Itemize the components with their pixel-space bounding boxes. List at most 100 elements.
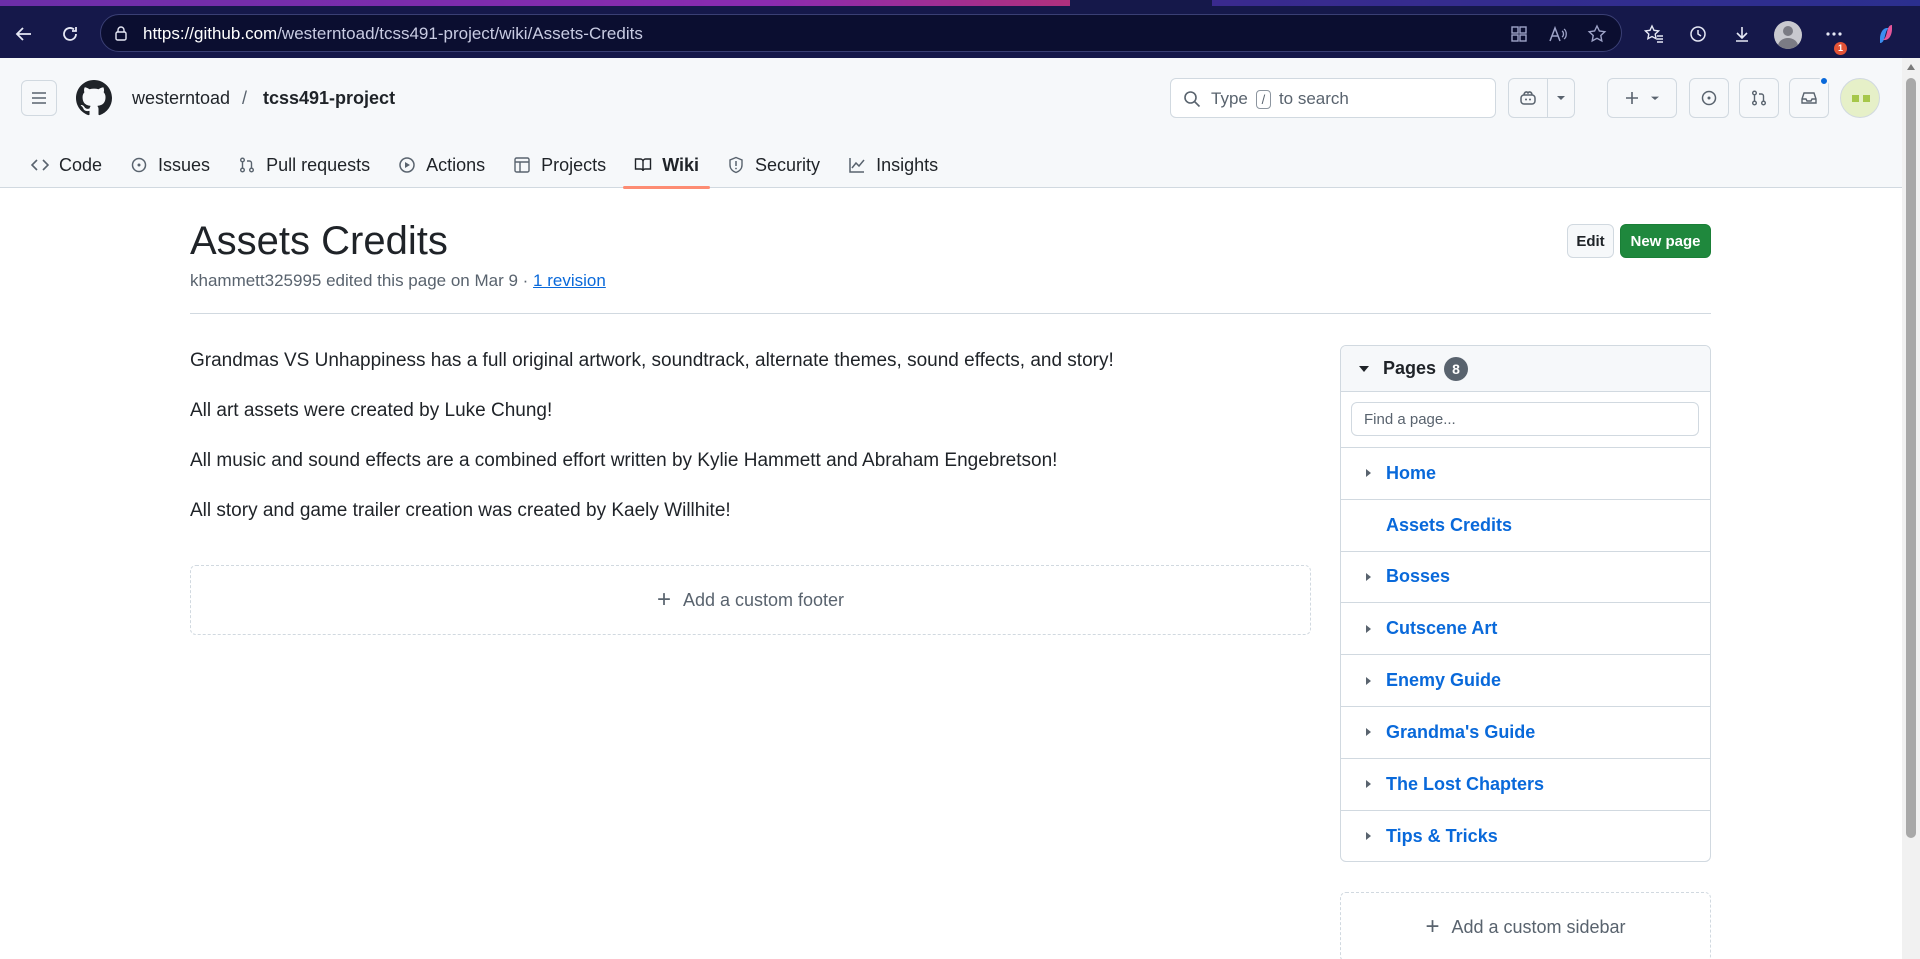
- tab-issues-label: Issues: [158, 154, 211, 175]
- tab-wiki-label: Wiki: [662, 154, 700, 175]
- tab-projects[interactable]: Projects: [502, 142, 617, 188]
- read-aloud-icon[interactable]: [1547, 23, 1569, 45]
- issue-icon: [1701, 90, 1717, 106]
- page-item-assets-credits[interactable]: Assets Credits: [1341, 500, 1710, 552]
- pull-requests-button[interactable]: [1739, 78, 1779, 118]
- downloads-icon[interactable]: [1728, 20, 1756, 48]
- plus-icon: +: [656, 586, 671, 613]
- favorite-star-icon[interactable]: [1586, 23, 1608, 45]
- chevron-down-icon: [1557, 96, 1565, 100]
- page-item-tips-and-tricks[interactable]: Tips & Tricks: [1341, 811, 1710, 861]
- shield-icon: [729, 156, 743, 174]
- page-meta: khammett325995 edited this page on Mar 9…: [190, 271, 606, 291]
- page-title: Assets Credits: [190, 219, 448, 263]
- tab-insights-label: Insights: [876, 154, 939, 175]
- tab-wiki[interactable]: Wiki: [623, 142, 710, 189]
- page-link[interactable]: Home: [1386, 463, 1436, 484]
- breadcrumb-separator: /: [242, 88, 248, 108]
- page-link[interactable]: Cutscene Art: [1386, 618, 1497, 639]
- page-link[interactable]: Assets Credits: [1386, 515, 1512, 536]
- page-link[interactable]: The Lost Chapters: [1386, 774, 1544, 795]
- caret-right-icon[interactable]: [1366, 832, 1371, 841]
- pages-count-badge: 8: [1444, 356, 1469, 381]
- copilot-button[interactable]: [1508, 78, 1548, 118]
- caret-right-icon[interactable]: [1366, 624, 1371, 633]
- copilot-dropdown-button[interactable]: [1547, 78, 1575, 118]
- copilot-icon[interactable]: [1872, 20, 1900, 48]
- page-item-home[interactable]: Home: [1341, 448, 1710, 500]
- search-placeholder-suffix: to search: [1278, 89, 1349, 108]
- reload-icon[interactable]: [56, 20, 84, 48]
- caret-right-icon[interactable]: [1366, 728, 1371, 737]
- edit-button[interactable]: Edit: [1567, 224, 1614, 258]
- chevron-down-icon: [1651, 96, 1659, 100]
- edit-info: khammett325995 edited this page on Mar 9…: [190, 271, 534, 290]
- find-page-input[interactable]: [1351, 402, 1699, 436]
- page-item-the-lost-chapters[interactable]: The Lost Chapters: [1341, 759, 1710, 811]
- add-custom-footer-button[interactable]: + Add a custom footer: [190, 565, 1311, 635]
- tab-issues[interactable]: Issues: [119, 142, 221, 188]
- paragraph: All music and sound effects are a combin…: [190, 450, 1058, 471]
- tab-code[interactable]: Code: [20, 142, 113, 188]
- repo-nav-tabs: Code Issues Pull requests Actions Projec…: [20, 142, 955, 189]
- address-bar[interactable]: https://github.com/westerntoad/tcss491-p…: [100, 14, 1622, 52]
- new-page-button[interactable]: New page: [1620, 224, 1711, 258]
- revision-link[interactable]: 1 revision: [533, 271, 606, 290]
- caret-right-icon[interactable]: [1366, 676, 1371, 685]
- page-item-bosses[interactable]: Bosses: [1341, 552, 1710, 604]
- create-new-button[interactable]: [1607, 78, 1677, 118]
- menu-button[interactable]: [21, 80, 57, 116]
- breadcrumb-repo[interactable]: tcss491-project: [263, 88, 395, 109]
- pull-request-icon: [1752, 90, 1766, 106]
- add-custom-sidebar-label: Add a custom sidebar: [1451, 916, 1626, 937]
- url-text: https://github.com/westerntoad/tcss491-p…: [143, 24, 643, 43]
- tab-security-label: Security: [755, 154, 821, 175]
- breadcrumb-owner[interactable]: westerntoad: [132, 88, 230, 109]
- history-icon[interactable]: [1684, 20, 1712, 48]
- app-available-icon[interactable]: [1508, 23, 1530, 45]
- page-item-enemy-guide[interactable]: Enemy Guide: [1341, 655, 1710, 707]
- copilot-icon: [1520, 91, 1536, 105]
- back-icon[interactable]: [10, 20, 38, 48]
- code-icon: [31, 159, 49, 171]
- caret-right-icon[interactable]: [1366, 780, 1371, 789]
- page-link[interactable]: Bosses: [1386, 566, 1450, 587]
- caret-right-icon[interactable]: [1366, 572, 1371, 581]
- table-icon: [514, 157, 530, 173]
- scrollbar-thumb[interactable]: [1906, 78, 1916, 838]
- page-item-cutscene-art[interactable]: Cutscene Art: [1341, 603, 1710, 656]
- issues-button[interactable]: [1689, 78, 1729, 118]
- page-scrollbar[interactable]: [1902, 58, 1920, 959]
- caret-right-icon[interactable]: [1366, 469, 1371, 478]
- inbox-icon: [1801, 92, 1817, 104]
- browser-profile-avatar[interactable]: [1774, 21, 1802, 49]
- tab-code-label: Code: [59, 154, 103, 175]
- pages-header[interactable]: Pages 8: [1341, 346, 1710, 392]
- page-link[interactable]: Grandma's Guide: [1386, 722, 1535, 743]
- github-logo-icon[interactable]: [76, 80, 112, 116]
- tab-pull-requests[interactable]: Pull requests: [227, 142, 381, 188]
- user-avatar[interactable]: [1840, 78, 1880, 118]
- hamburger-icon: [32, 92, 46, 104]
- page-link[interactable]: Tips & Tricks: [1386, 826, 1498, 847]
- tab-actions[interactable]: Actions: [387, 142, 496, 188]
- paragraph: All art assets were created by Luke Chun…: [190, 400, 553, 421]
- title-divider: [190, 313, 1711, 314]
- pages-sidebar: Pages 8 Home Assets Credits Bosses Cutsc…: [1340, 345, 1711, 862]
- tab-projects-label: Projects: [541, 154, 607, 175]
- scroll-up-icon[interactable]: [1907, 64, 1915, 70]
- search-input[interactable]: Type / to search: [1170, 78, 1496, 118]
- add-custom-footer-label: Add a custom footer: [682, 589, 845, 610]
- favorites-icon[interactable]: [1640, 20, 1668, 48]
- tab-insights[interactable]: Insights: [837, 142, 949, 188]
- github-header: westerntoad / tcss491-project Type / to …: [0, 58, 1902, 189]
- tab-security[interactable]: Security: [716, 142, 831, 188]
- search-shortcut-key: /: [1255, 90, 1272, 109]
- pages-title: Pages: [1383, 358, 1437, 378]
- add-custom-sidebar-button[interactable]: + Add a custom sidebar: [1340, 892, 1711, 959]
- plus-icon: [1626, 92, 1638, 104]
- page-item-grandmas-guide[interactable]: Grandma's Guide: [1341, 707, 1710, 759]
- page-link[interactable]: Enemy Guide: [1386, 670, 1501, 691]
- site-info-icon[interactable]: [113, 25, 129, 41]
- plus-icon: +: [1425, 913, 1440, 940]
